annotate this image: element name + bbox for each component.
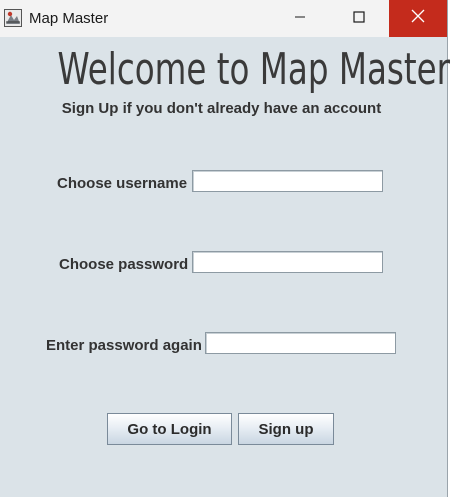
minimize-icon	[294, 10, 306, 28]
minimize-button[interactable]	[271, 0, 329, 37]
map-app-icon	[4, 9, 22, 27]
signup-window: Map Master Welcome to Map Master! Sign U…	[0, 0, 451, 497]
confirm-password-label: Enter password again	[46, 337, 202, 354]
signup-subtitle: Sign Up if you don't already have an acc…	[61, 100, 382, 117]
username-field[interactable]	[192, 170, 383, 192]
go-to-login-button[interactable]: Go to Login	[107, 413, 232, 445]
password-label: Choose password	[59, 256, 189, 273]
sign-up-button[interactable]: Sign up	[238, 413, 334, 445]
close-icon	[411, 9, 425, 28]
close-button[interactable]	[389, 0, 447, 37]
maximize-icon	[353, 10, 365, 28]
welcome-heading: Welcome to Map Master!	[57, 44, 451, 95]
title-bar[interactable]: Map Master	[0, 0, 447, 37]
window-title: Map Master	[29, 10, 109, 27]
confirm-password-field[interactable]	[205, 332, 396, 354]
password-field[interactable]	[192, 251, 383, 273]
maximize-button[interactable]	[330, 0, 388, 37]
username-label: Choose username	[57, 175, 188, 192]
